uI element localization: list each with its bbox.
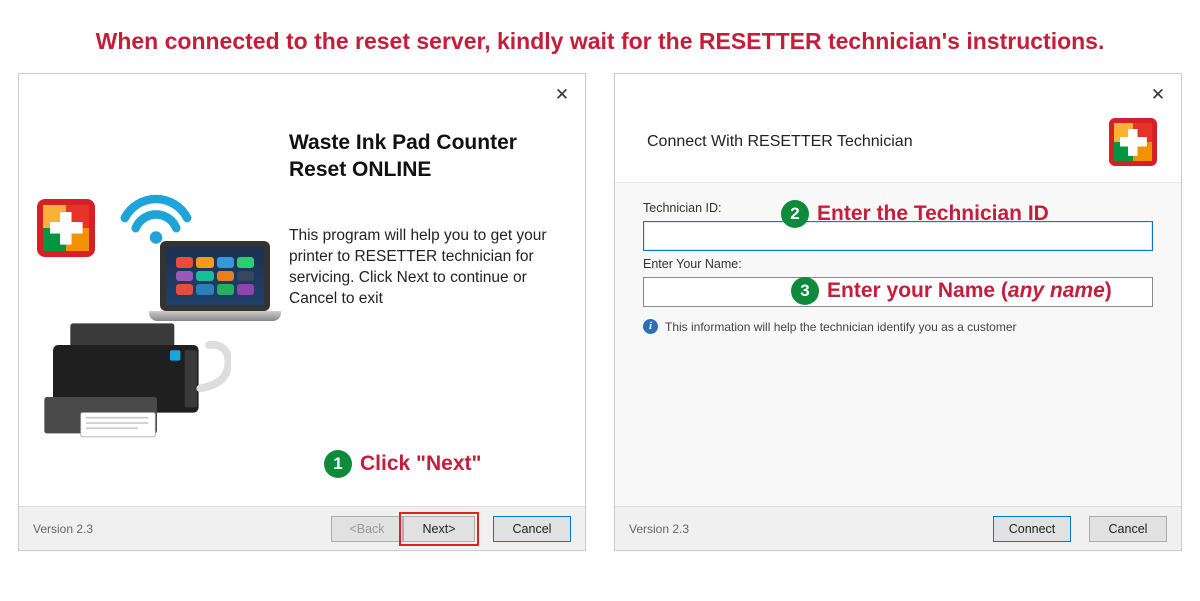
next-button[interactable]: Next> (403, 516, 475, 542)
close-icon[interactable]: ✕ (549, 82, 575, 108)
dialog2-form-area: Technician ID: 2 Enter the Technician ID… (615, 182, 1181, 508)
dialog1-title: Waste Ink Pad Counter Reset ONLINE (289, 129, 555, 184)
wizard-dialog-1: ✕ Waste Ink Pad Counter Reset ONLINE Thi… (18, 73, 586, 551)
step-1-annotation: 1 Click "Next" (324, 450, 481, 478)
step-number-badge: 1 (324, 450, 352, 478)
connect-button[interactable]: Connect (993, 516, 1071, 542)
dialog2-title: Connect With RESETTER Technician (647, 133, 913, 151)
dialog2-footer: Version 2.3 Connect Cancel (615, 506, 1181, 550)
instruction-header: When connected to the reset server, kind… (0, 0, 1200, 73)
wizard-dialog-2: ✕ Connect With RESETTER Technician Techn… (614, 73, 1182, 551)
dialog-row: ✕ Waste Ink Pad Counter Reset ONLINE Thi… (0, 73, 1200, 551)
version-label: Version 2.3 (33, 522, 93, 536)
back-button[interactable]: <Back (331, 516, 403, 542)
technician-id-input[interactable] (643, 221, 1153, 251)
version-label: Version 2.3 (629, 522, 689, 536)
step-1-text: Click "Next" (360, 452, 481, 476)
info-row: i This information will help the technic… (643, 319, 1153, 334)
resetter-logo-icon (37, 199, 95, 257)
close-icon[interactable]: ✕ (1145, 82, 1171, 108)
cancel-button[interactable]: Cancel (493, 516, 571, 542)
dialog1-body: This program will help you to get your p… (289, 226, 561, 310)
name-input[interactable] (643, 277, 1153, 307)
printer-icon (31, 319, 231, 449)
dialog1-footer: Version 2.3 <Back Next> Cancel (19, 506, 585, 550)
dialog2-header: Connect With RESETTER Technician (647, 118, 1157, 166)
wifi-icon (117, 189, 195, 247)
info-icon: i (643, 319, 658, 334)
technician-id-label: Technician ID: (643, 201, 1153, 215)
info-text: This information will help the technicia… (665, 320, 1017, 334)
cancel-button[interactable]: Cancel (1089, 516, 1167, 542)
resetter-logo-icon (1109, 118, 1157, 166)
name-label: Enter Your Name: (643, 257, 1153, 271)
printer-illustration (31, 189, 281, 449)
